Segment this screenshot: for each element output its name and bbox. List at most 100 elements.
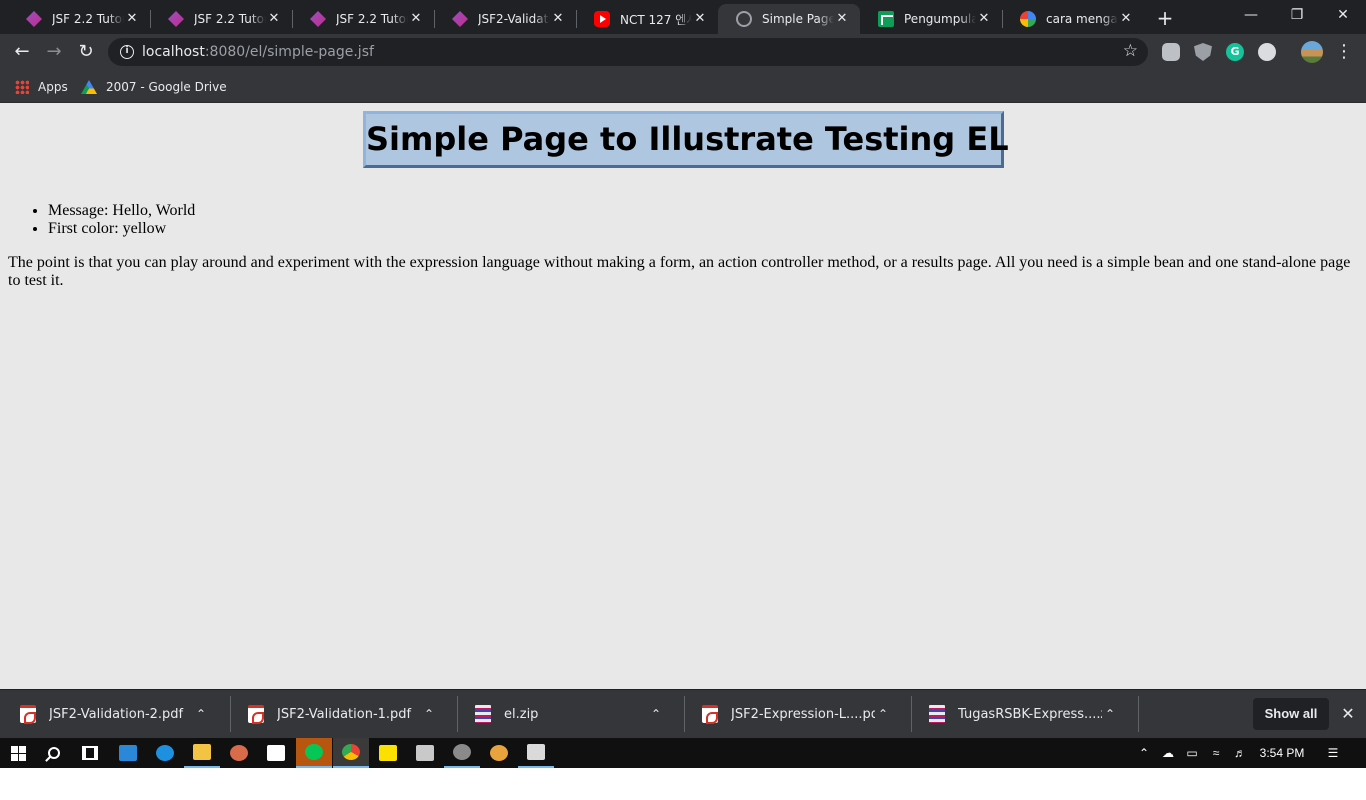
browser-toolbar: ← → ↻ i localhost:8080/el/simple-page.js… [0,34,1366,70]
chrome-icon [342,744,360,760]
tab-title: JSF 2.2 Tutorial [52,12,124,26]
show-all-button[interactable]: Show all [1253,698,1329,730]
profile-avatar[interactable] [1301,41,1323,63]
back-arrow-icon[interactable]: ← [9,39,35,65]
forward-arrow-icon[interactable]: → [41,39,67,65]
youtube-icon [594,11,610,27]
tool-icon [416,745,434,761]
bookmark-label: Apps [38,80,68,94]
chevron-up-icon[interactable]: ⌃ [1136,738,1152,768]
info-icon[interactable]: i [120,45,134,59]
bookmark-star-icon[interactable]: ☆ [1123,41,1138,61]
close-icon[interactable]: ✕ [408,11,424,27]
window-close-button[interactable]: ✕ [1320,0,1366,30]
extension-chat-icon[interactable] [1162,43,1180,61]
download-separator [1138,696,1139,732]
tab-nct-127[interactable]: NCT 127 엔시티 ✕ [576,4,718,34]
download-item[interactable]: JSF2-Expression-L....pdf ⌃ [682,690,909,738]
jsf-icon [26,11,42,27]
taskbar-sticky-notes[interactable] [370,738,406,768]
chevron-up-icon[interactable]: ⌃ [1102,707,1118,721]
close-icon[interactable]: ✕ [124,11,140,27]
jsf-icon [452,11,468,27]
minimize-button[interactable]: — [1228,0,1274,30]
taskbar-store[interactable] [258,738,294,768]
tab-jsf-tutorial-2[interactable]: JSF 2.2 Tutorial ✕ [150,4,292,34]
taskbar-paint[interactable] [221,738,257,768]
page-title: Simple Page to Illustrate Testing EL [366,120,1009,158]
description-paragraph: The point is that you can play around an… [8,254,1351,289]
bookmarks-bar: Apps 2007 - Google Drive [0,70,1366,103]
download-name: el.zip [504,706,539,722]
chevron-up-icon[interactable]: ⌃ [875,707,891,721]
close-icon[interactable]: ✕ [976,11,992,27]
download-shelf: JSF2-Validation-2.pdf ⌃ JSF2-Validation-… [0,689,1366,738]
taskbar-paint-3d[interactable] [481,738,517,768]
task-view-icon [82,746,98,760]
tab-title: cara mengatur [1046,12,1118,26]
download-item[interactable]: JSF2-Validation-1.pdf ⌃ [228,690,455,738]
close-icon[interactable]: ✕ [1338,702,1358,726]
new-tab-button[interactable]: + [1153,6,1177,30]
taskbar-line[interactable] [296,738,332,768]
zip-file-icon [929,705,945,723]
taskbar-mail[interactable] [110,738,146,768]
close-icon[interactable]: ✕ [550,11,566,27]
list-item: Message: Hello, World [48,202,195,220]
page-viewport: Simple Page to Illustrate Testing EL Mes… [0,103,1366,689]
chevron-up-icon[interactable]: ⌃ [421,707,437,721]
result-list: Message: Hello, World First color: yello… [48,202,195,238]
download-name: JSF2-Expression-L....pdf [731,706,875,722]
tab-jsf2-validation[interactable]: JSF2-Validation ✕ [434,4,576,34]
download-name: JSF2-Validation-1.pdf [277,706,412,722]
notification-icon[interactable]: ☰ [1322,738,1344,768]
search-button[interactable] [36,738,72,768]
taskbar-settings[interactable] [444,738,480,768]
taskbar-file-explorer[interactable] [184,738,220,768]
tab-jsf-tutorial-1[interactable]: JSF 2.2 Tutorial ✕ [8,4,150,34]
volume-icon[interactable]: ♬ [1230,738,1250,768]
bookmark-apps[interactable]: Apps [15,77,68,97]
jsf-icon [168,11,184,27]
taskbar-chrome[interactable] [333,738,369,768]
taskbar-tool[interactable] [407,738,443,768]
menu-kebab-icon[interactable]: ⋮ [1334,39,1354,65]
sheets-icon [878,11,894,27]
close-icon[interactable]: ✕ [1118,11,1134,27]
grammarly-icon[interactable]: G [1226,43,1244,61]
tab-pengumpulan[interactable]: Pengumpulan ✕ [860,4,1002,34]
taskbar-photos[interactable] [518,738,554,768]
download-item[interactable]: JSF2-Validation-2.pdf ⌃ [0,690,227,738]
address-bar[interactable]: i localhost:8080/el/simple-page.jsf ☆ [108,38,1148,66]
close-icon[interactable]: ✕ [266,11,282,27]
task-view-button[interactable] [72,738,108,768]
close-icon[interactable]: ✕ [834,11,850,27]
download-item[interactable]: TugasRSBK-Express....zip ⌃ [909,690,1136,738]
extension-shield-icon[interactable] [1194,43,1212,61]
onedrive-cloud-icon[interactable]: ☁ [1158,738,1178,768]
chevron-up-icon[interactable]: ⌃ [193,707,209,721]
address-url[interactable]: localhost:8080/el/simple-page.jsf [142,44,374,60]
taskbar-edge[interactable] [147,738,183,768]
battery-icon[interactable]: ▭ [1182,738,1202,768]
title-panel: Simple Page to Illustrate Testing EL [363,111,1009,168]
close-icon[interactable]: ✕ [692,11,708,27]
maximize-button[interactable]: ❐ [1274,0,1320,30]
start-button[interactable] [0,738,36,768]
tab-simple-page[interactable]: Simple Page to ✕ [718,4,860,34]
google-drive-icon [81,80,97,94]
tab-title: JSF 2.2 Tutorial [194,12,266,26]
windows-taskbar: ⌃ ☁ ▭ ≈ ♬ 3:54 PM ☰ [0,738,1366,768]
tab-cara-mengatur[interactable]: cara mengatur ✕ [1002,4,1144,34]
reload-icon[interactable]: ↻ [73,39,99,65]
chevron-up-icon[interactable]: ⌃ [648,707,664,721]
line-chat-icon [305,744,323,760]
extension-circle-icon[interactable] [1258,43,1276,61]
bookmark-google-drive[interactable]: 2007 - Google Drive [81,77,227,97]
wifi-icon[interactable]: ≈ [1206,738,1226,768]
tab-strip: JSF 2.2 Tutorial ✕ JSF 2.2 Tutorial ✕ JS… [0,0,1366,34]
download-item[interactable]: el.zip ⌃ [455,690,682,738]
tab-jsf-tutorial-3[interactable]: JSF 2.2 Tutorial ✕ [292,4,434,34]
tab-title: Simple Page to [762,12,834,26]
clock[interactable]: 3:54 PM [1256,738,1308,768]
